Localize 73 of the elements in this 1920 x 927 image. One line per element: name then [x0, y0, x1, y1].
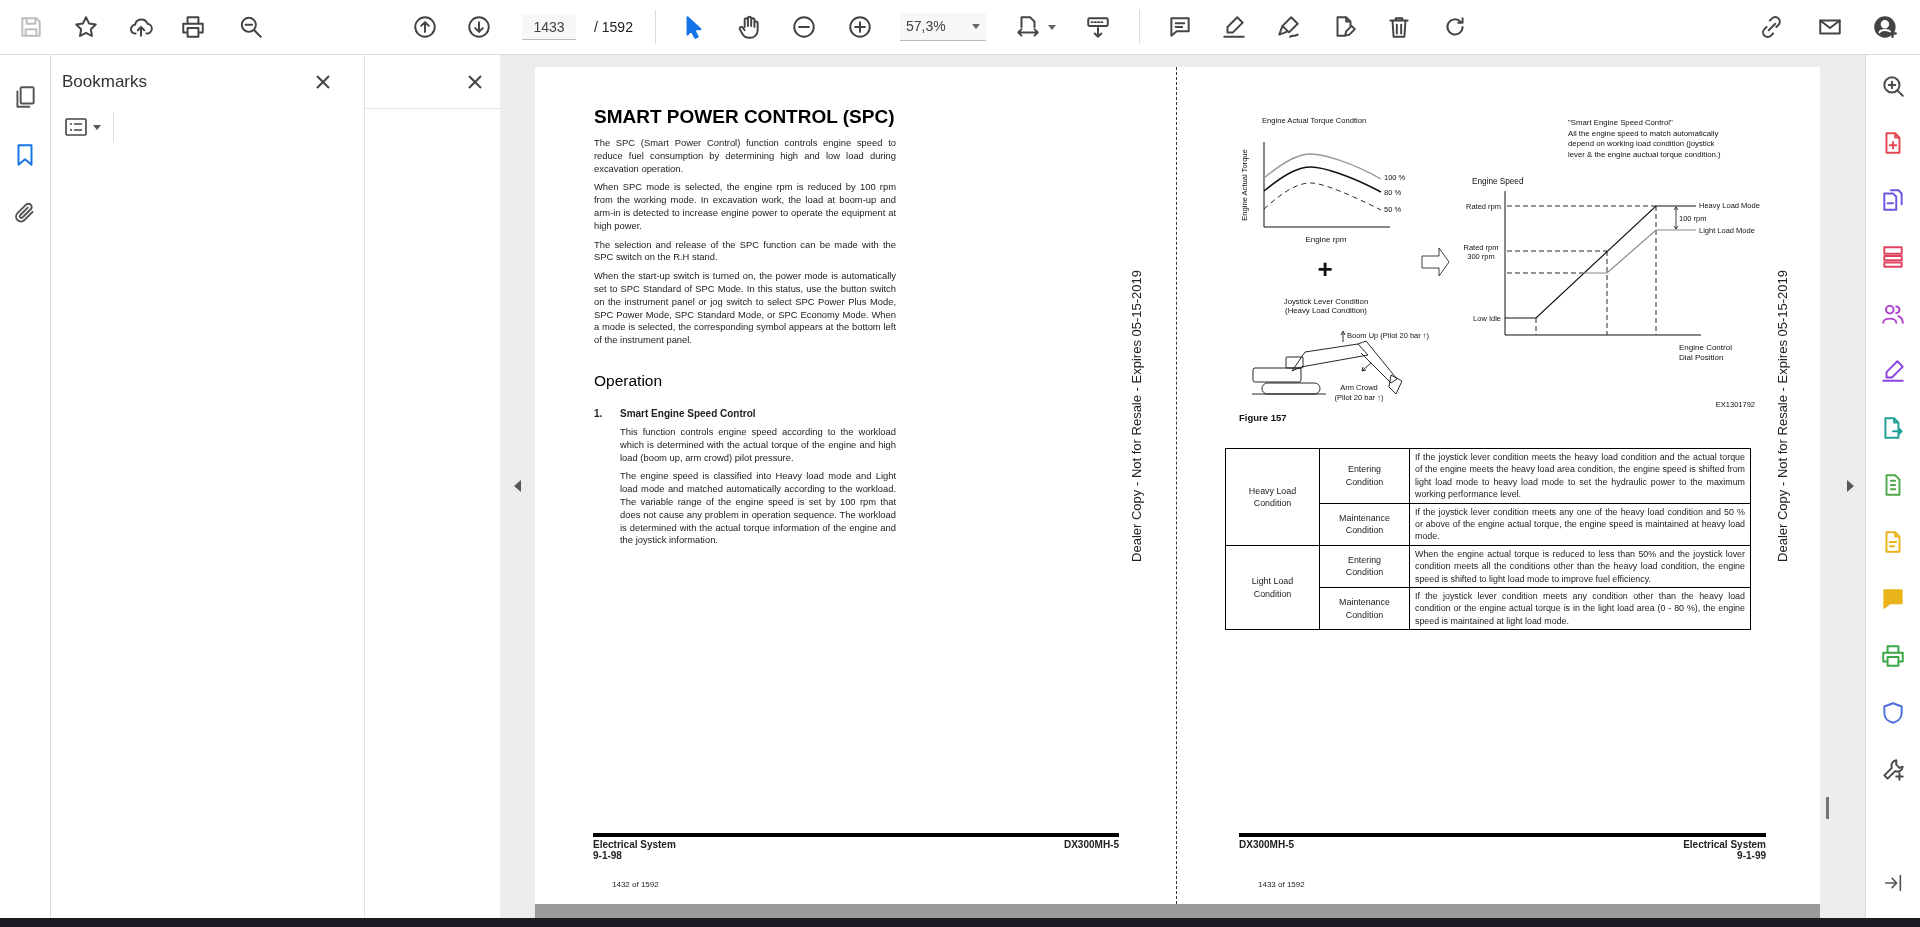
right-arrow-icon[interactable]: [1846, 479, 1854, 492]
plus-circle-icon: [846, 14, 873, 40]
zoom-in-icon: [1880, 73, 1906, 99]
paragraph: When SPC mode is selected, the engine rpm is reduced by 100 rpm from the working mode. In excavation work, the load at boom-up and arm-in is detected to increase engine power to operate the equipment at high power.: [594, 181, 896, 233]
zoom-field[interactable]: 57,3%: [899, 13, 986, 41]
table-cell: If the joystick lever condition meets any one of the heavy load condition and 50 % or above of the engine actual torque, the engine speed is maintained at heavy load mode.: [1409, 503, 1751, 546]
page-count: 1433 of 1592: [1258, 880, 1305, 889]
figure-caption: Figure 157: [1239, 412, 1287, 423]
wrench-icon: [1880, 757, 1906, 783]
user-plus-icon: [1872, 14, 1899, 40]
pen-icon: [1880, 358, 1906, 384]
footer-text: DX300MH-5: [1239, 839, 1295, 850]
save-icon: [18, 14, 44, 40]
arrow-to-right-icon: [1882, 872, 1904, 894]
table-cell: Entering Condition: [1319, 448, 1410, 504]
footer-text: DX300MH-5: [1063, 839, 1119, 850]
print-icon: [180, 14, 206, 40]
item-title: Smart Engine Speed Control: [620, 406, 757, 420]
close-icon: [315, 74, 331, 90]
table-cell: When the engine actual torque is reduced to less than 50% and the joystick lover condition meets all the conditions other than the heavy load condition, the engine speed is shifted to light load mode to improve fuel efficiency.: [1409, 545, 1751, 588]
arrow-icon: [1421, 247, 1450, 277]
table-cell: Maintenance Condition: [1319, 587, 1410, 630]
keyboard-scroll-icon: [1084, 14, 1111, 40]
highlighter-icon: [1220, 14, 1247, 40]
zoom-out-search-icon: [238, 14, 264, 40]
caret-icon[interactable]: [1047, 24, 1056, 30]
paragraph: This function controls engine speed according to the workload which is determined with the actual torque of the engine and high load (boom up, arm crowd) pilot pressure.: [620, 425, 896, 465]
close-icon: [467, 73, 483, 90]
paragraph: The SPC (Smart Power Control) function controls engine speed to reduce fuel consumption by determining high and low load during excavation operation.: [594, 137, 896, 176]
paragraph: The engine speed is classified into Heavy load mode and Light load mode and matched automatically according to the workload. The variable range of the engine speed is set by 100 rpm that does not cause any problem in operation sequence. The workload is determined with the actual torque information of the engine and the joystick information.: [620, 470, 896, 548]
footer-text: 9-1-99: [1737, 850, 1766, 861]
panel-title: Bookmarks: [62, 71, 148, 94]
table-cell: If the joystick lever condition meets any condition other than the heavy load condition or the engine actual torque is in the light load area (0 - 80 %), the engine speed is maintained at light load mode.: [1409, 587, 1751, 630]
up-arrow-circle-icon: [412, 14, 438, 40]
footer-text: Electrical System: [1683, 839, 1766, 850]
list-icon: [65, 118, 87, 136]
scrollbar-thumb[interactable]: [1826, 797, 1829, 819]
axis-label: Dial Position: [1679, 353, 1724, 362]
left-arrow-icon[interactable]: [513, 479, 522, 492]
plus-sign: +: [1317, 254, 1333, 284]
axis-label: Engine Control: [1679, 343, 1732, 352]
page-count: 1432 of 1592: [612, 880, 659, 889]
print-icon: [1880, 643, 1906, 669]
caret-icon: [93, 124, 101, 130]
caret-icon: [971, 24, 980, 29]
minus-circle-icon: [790, 14, 817, 40]
table-cell: Light Load Condition: [1225, 545, 1320, 630]
axis-label: Engine rpm: [1305, 235, 1347, 244]
shield-icon: [1880, 700, 1906, 726]
table-cell: If the joystick lever condition meets the heavy load condition and the actual torque of the engine meets the heavy load area condition, the engine speed is shifted from light load mode to heavy load mode to set the hydraulic power to the maximum working performance level.: [1409, 448, 1751, 504]
page-total: / 1592: [594, 17, 633, 37]
paragraph: When the start-up switch is turned on, the power mode is automatically set to SPC Standard of SPC Mode. In this status, use the button switch on the instrument panel or jog switch to select SPC Power Plus Mode, SPC Power Mode, SPC Standard Mode, or SPC Economy Mode. When a mode is selected, the corresponding symbol appears at the bottom left of the instrument panel.: [594, 270, 896, 347]
watermark-notice: Dealer Copy - Not for Resale - Expires 05-15-2019: [1775, 270, 1790, 562]
axis-label: Engine Speed: [1472, 177, 1524, 186]
comment-icon: [1880, 586, 1906, 612]
item-number: 1.: [594, 406, 604, 421]
layout-icon: [1880, 244, 1906, 270]
down-arrow-circle-icon: [466, 14, 492, 40]
footer-text: Electrical System: [593, 839, 676, 850]
fit-width-icon: [1014, 14, 1041, 40]
section-heading: Operation: [594, 370, 664, 391]
page-number-field[interactable]: 1433: [522, 14, 576, 40]
page-heading: SMART POWER CONTROL (SPC): [594, 105, 896, 129]
table-cell: Entering Condition: [1319, 545, 1410, 588]
table-cell: Heavy Load Condition: [1225, 448, 1320, 546]
watermark-notice: Dealer Copy - Not for Resale - Expires 05-15-2019: [1129, 270, 1144, 562]
dimension-arrow: [1673, 206, 1679, 230]
pen-signature-icon: [1275, 14, 1302, 40]
paragraph: The selection and release of the SPC function can be made with the SPC switch on the R.H stand.: [594, 238, 896, 265]
document-export-icon: [1880, 187, 1906, 213]
star-icon: [73, 14, 99, 40]
footer-text: 9-1-98: [593, 850, 623, 861]
table-cell: Maintenance Condition: [1319, 503, 1410, 546]
